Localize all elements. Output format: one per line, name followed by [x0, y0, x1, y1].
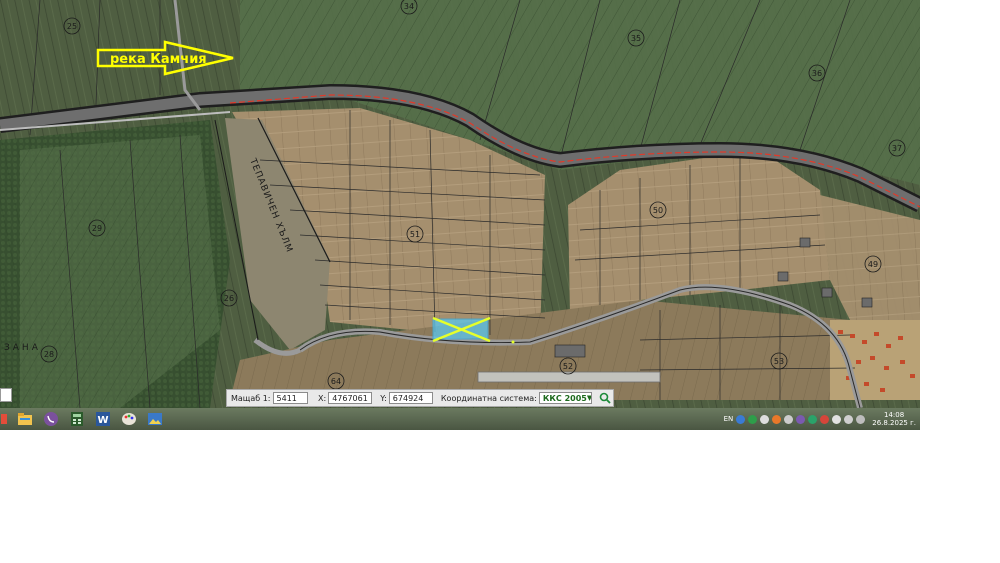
svg-text:W: W [97, 415, 108, 426]
plot-number: 51 [410, 230, 420, 239]
app-tray-icon[interactable] [808, 414, 818, 424]
language-indicator[interactable]: EN [724, 415, 734, 423]
network-icon[interactable] [760, 414, 770, 424]
paint-icon[interactable] [118, 410, 140, 428]
plot-number: 36 [812, 69, 822, 78]
chevron-down-icon: ▼ [587, 393, 591, 403]
plot-number: 28 [44, 350, 54, 359]
help-icon[interactable] [736, 414, 746, 424]
plot-number: 29 [92, 224, 102, 233]
plot-number: 26 [224, 294, 234, 303]
y-coordinate-field[interactable]: 674924 [388, 392, 433, 404]
windows-taskbar: W EN 14:08 26.8.2025 г. [0, 408, 920, 430]
plot-number: 49 [868, 260, 878, 269]
map-view[interactable]: 25 34 35 36 37 29 26 28 64 51 50 49 52 5… [0, 0, 920, 408]
side-panel-tab[interactable] [0, 388, 12, 402]
plot-number: 53 [774, 357, 784, 366]
plot-number: 52 [563, 362, 573, 371]
plot-number: 35 [631, 34, 641, 43]
display-icon[interactable] [856, 414, 866, 424]
plot-number: 50 [653, 206, 663, 215]
airstrip [477, 371, 661, 383]
plot-number: 37 [892, 144, 902, 153]
plot-number: 64 [331, 377, 341, 386]
y-label: Y: [380, 393, 387, 403]
crs-value: ККС 2005 [542, 393, 587, 403]
security-icon[interactable] [748, 414, 758, 424]
photos-icon[interactable] [144, 410, 166, 428]
x-coordinate-field[interactable]: 4767061 [328, 392, 373, 404]
calculator-icon[interactable] [66, 410, 88, 428]
plot-number: 34 [404, 2, 414, 11]
clock-date: 26.8.2025 г. [872, 419, 916, 427]
app-tray-icon[interactable] [820, 414, 830, 424]
app-tray-icon[interactable] [772, 414, 782, 424]
word-icon[interactable]: W [92, 410, 114, 428]
x-label: X: [318, 393, 327, 403]
system-tray: EN 14:08 26.8.2025 г. [724, 410, 916, 428]
crs-select[interactable]: ККС 2005 ▼ [538, 392, 592, 404]
app-tray-icon[interactable] [784, 414, 794, 424]
clock-time: 14:08 [884, 411, 905, 419]
coordinate-toolbar: Мащаб 1: 5411 X: 4767061 Y: 674924 Коорд… [226, 389, 614, 407]
app-tray-icon[interactable] [796, 414, 806, 424]
clock[interactable]: 14:08 26.8.2025 г. [872, 411, 916, 427]
scale-label: Мащаб 1: [231, 393, 271, 403]
crs-label: Координатна система: [440, 393, 537, 403]
start-button[interactable] [0, 410, 10, 428]
screenshot-area: 25 34 35 36 37 29 26 28 64 51 50 49 52 5… [0, 0, 920, 430]
village-label: ЗАНА [4, 343, 41, 353]
volume-icon[interactable] [844, 414, 854, 424]
app-tray-icon[interactable] [832, 414, 842, 424]
file-explorer-icon[interactable] [14, 410, 36, 428]
viber-icon[interactable] [40, 410, 62, 428]
scale-input[interactable]: 5411 [272, 392, 308, 404]
river-label: река Камчия [110, 52, 207, 67]
small-point [511, 340, 515, 344]
magnifier-icon[interactable] [598, 391, 613, 405]
plot-number: 25 [67, 22, 77, 31]
